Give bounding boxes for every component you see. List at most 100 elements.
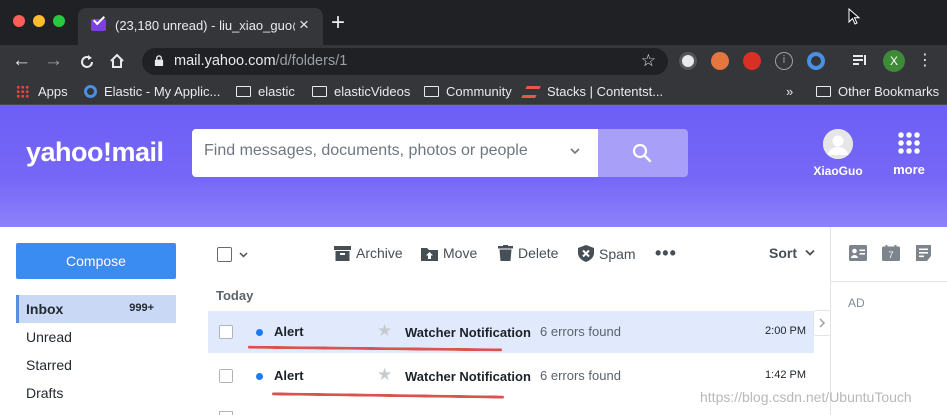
contacts-icon[interactable] [849, 245, 867, 261]
home-icon[interactable] [108, 52, 126, 70]
folder-sidebar: Compose Inbox 999+ Unread Starred Drafts [0, 227, 192, 415]
message-toolbar: Archive Move Delete Spam ••• Sort [192, 227, 830, 282]
mail-header: yahoo!mail XiaoGuo more [0, 105, 947, 227]
reload-icon[interactable] [78, 53, 96, 71]
media-control-icon[interactable] [851, 52, 869, 70]
bookmarks-overflow-chevron[interactable]: » [786, 84, 793, 99]
sort-button[interactable]: Sort [769, 245, 815, 261]
bookmark-label: Elastic - My Applic... [104, 84, 221, 99]
message-snippet: 6 errors found [540, 324, 621, 339]
mouse-cursor-icon [848, 8, 861, 25]
ad-label: AD [848, 296, 865, 310]
calendar-icon[interactable]: 7 [882, 245, 900, 261]
unread-indicator-dot[interactable] [256, 329, 263, 336]
search-icon [632, 143, 652, 163]
spam-button[interactable]: Spam [578, 245, 636, 262]
select-all-checkbox[interactable] [217, 247, 232, 262]
folder-item-starred[interactable]: Starred [16, 351, 176, 379]
delete-label: Delete [518, 245, 559, 261]
bookmark-apps[interactable]: Apps [16, 84, 68, 99]
notepad-icon[interactable] [916, 245, 931, 261]
search-button[interactable] [598, 129, 688, 177]
sort-label: Sort [769, 245, 797, 261]
message-checkbox[interactable] [219, 369, 233, 383]
browser-tab-strip: (23,180 unread) - liu_xiao_guo@ × + [0, 0, 947, 45]
forward-arrow-icon[interactable]: → [44, 49, 63, 73]
move-folder-icon [421, 248, 438, 261]
extension-orange-icon[interactable] [711, 52, 729, 70]
folder-item-inbox[interactable]: Inbox 999+ [16, 295, 176, 323]
back-arrow-icon[interactable]: ← [12, 49, 31, 73]
chevron-down-icon[interactable] [239, 250, 248, 259]
extension-info-icon[interactable]: i [775, 52, 793, 70]
bookmark-label: elasticVideos [334, 84, 411, 99]
url-path: /d/folders/1 [275, 53, 348, 69]
message-checkbox[interactable] [219, 411, 233, 415]
browser-menu-icon[interactable]: ⋮ [917, 50, 933, 72]
user-name[interactable]: XiaoGuo [808, 164, 868, 178]
url-text: mail.yahoo.com/d/folders/1 [174, 53, 347, 69]
folder-icon [312, 86, 327, 97]
bookmarks-bar: Apps Elastic - My Applic... elastic elas… [0, 78, 947, 105]
bookmark-stacks-contentstack[interactable]: Stacks | Contentst... [521, 84, 664, 99]
tab-title: (23,180 unread) - liu_xiao_guo@ [115, 18, 295, 33]
star-icon[interactable]: ★ [377, 321, 392, 341]
bookmark-elastic[interactable]: elastic [236, 84, 295, 99]
compose-button[interactable]: Compose [16, 243, 176, 279]
folder-label: Inbox [26, 301, 64, 317]
bookmark-label: Stacks | Contentst... [547, 84, 664, 99]
more-label[interactable]: more [886, 162, 932, 177]
delete-button[interactable]: Delete [498, 245, 558, 261]
user-avatar[interactable] [823, 129, 853, 159]
unread-count-badge: 999+ [129, 302, 154, 314]
archive-button[interactable]: Archive [334, 245, 403, 261]
bookmark-community[interactable]: Community [424, 84, 512, 99]
close-window-button[interactable] [13, 15, 25, 27]
svg-text:7: 7 [888, 250, 893, 260]
star-icon[interactable]: ★ [377, 365, 392, 385]
watermark-text: https://blog.csdn.net/UbuntuTouch [700, 389, 912, 405]
folder-item-drafts[interactable]: Drafts [16, 379, 176, 407]
new-tab-button[interactable]: + [331, 11, 345, 35]
message-time: 1:42 PM [765, 369, 806, 381]
bookmark-elastic-my-applications[interactable]: Elastic - My Applic... [84, 84, 220, 99]
folder-item-unread[interactable]: Unread [16, 323, 176, 351]
bookmark-label: Apps [38, 84, 68, 99]
collapse-rail-button[interactable] [813, 310, 831, 336]
bookmark-star-icon[interactable]: ☆ [641, 51, 656, 71]
unread-indicator-dot[interactable] [256, 373, 263, 380]
bookmark-other-bookmarks[interactable]: Other Bookmarks [816, 84, 939, 99]
apps-grid-icon [16, 85, 29, 98]
message-subject: Watcher Notification [405, 369, 531, 384]
minimize-window-button[interactable] [33, 15, 45, 27]
folder-icon [816, 86, 831, 97]
yahoo-mail-logo[interactable]: yahoo!mail [26, 137, 164, 168]
extension-blue-ring-icon[interactable] [807, 52, 825, 70]
browser-tab-yahoo-mail[interactable]: (23,180 unread) - liu_xiao_guo@ × [78, 8, 323, 45]
message-sender: Alert [274, 324, 304, 339]
move-button[interactable]: Move [421, 245, 477, 261]
bookmark-elastic-videos[interactable]: elasticVideos [312, 84, 410, 99]
apps-grid-icon[interactable] [897, 131, 921, 155]
chevron-down-icon[interactable] [570, 146, 580, 156]
tab-close-icon[interactable]: × [299, 16, 309, 34]
spam-label: Spam [599, 246, 636, 262]
message-checkbox[interactable] [219, 325, 233, 339]
yahoo-mail-favicon-icon [91, 19, 106, 31]
extension-red-hand-icon[interactable] [743, 52, 761, 70]
maximize-window-button[interactable] [53, 15, 65, 27]
folder-label: Drafts [26, 385, 64, 401]
address-bar[interactable]: mail.yahoo.com/d/folders/1 ☆ [142, 48, 668, 75]
profile-avatar[interactable]: X [883, 50, 905, 72]
trash-icon [498, 245, 513, 261]
search-input[interactable] [204, 142, 564, 160]
bookmark-label: Other Bookmarks [838, 84, 940, 99]
bookmark-label: elastic [258, 84, 295, 99]
browser-toolbar: ← → mail.yahoo.com/d/folders/1 ☆ i X ⋮ [0, 45, 947, 78]
url-host: mail.yahoo.com [174, 53, 276, 69]
message-sender: Alert [274, 368, 304, 383]
contentstack-logo-icon [521, 86, 541, 98]
chevron-right-icon [819, 318, 826, 328]
more-actions-icon[interactable]: ••• [655, 243, 677, 264]
extension-circle-icon[interactable] [679, 52, 697, 70]
